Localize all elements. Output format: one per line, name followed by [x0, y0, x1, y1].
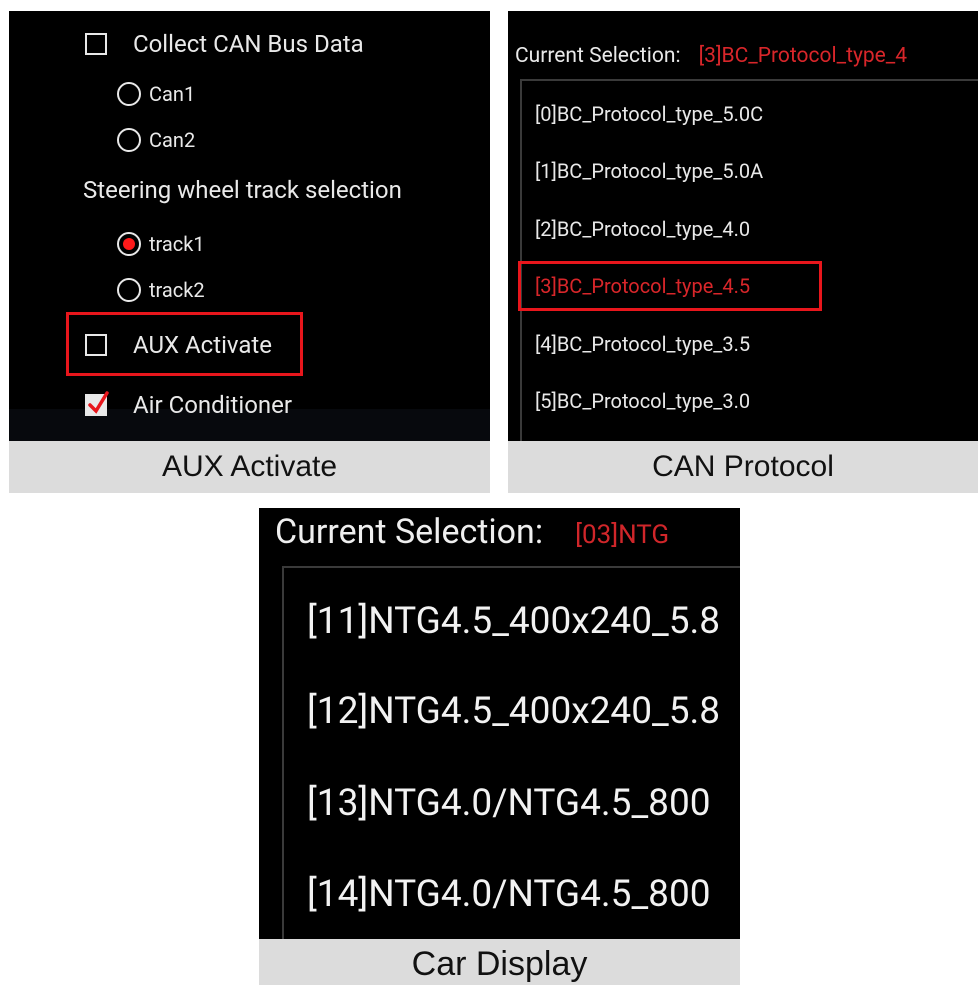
can1-radio-row[interactable]: Can1: [117, 82, 195, 106]
can-protocol-panel: Current Selection: [3]BC_Protocol_type_4 …: [508, 11, 978, 441]
collect-can-checkbox[interactable]: [85, 33, 107, 55]
caption-can-protocol: CAN Protocol: [508, 441, 978, 493]
track2-radio-row[interactable]: track2: [117, 278, 205, 302]
track1-label: track1: [149, 232, 205, 256]
air-conditioner-checkbox[interactable]: [85, 391, 109, 416]
display-item[interactable]: [11]NTG4.5_400x240_5.8: [307, 600, 720, 643]
checkmark-icon: [88, 391, 109, 414]
track1-radio-row[interactable]: track1: [117, 232, 205, 256]
current-selection: Current Selection: [3]BC_Protocol_type_4: [515, 44, 907, 68]
highlight-box: [518, 261, 822, 311]
protocol-list: [520, 79, 978, 441]
protocol-item[interactable]: [4]BC_Protocol_type_3.5: [535, 332, 750, 356]
protocol-item[interactable]: [2]BC_Protocol_type_4.0: [535, 217, 750, 241]
display-item[interactable]: [14]NTG4.0/NTG4.5_800: [307, 873, 711, 916]
display-item[interactable]: [13]NTG4.0/NTG4.5_800: [307, 782, 711, 825]
current-selection-value: [03]NTG: [575, 520, 670, 550]
settings-panel: Collect CAN Bus Data Can1 Can2 Steering …: [9, 11, 490, 441]
protocol-item[interactable]: [0]BC_Protocol_type_5.0C: [535, 102, 763, 126]
can2-radio[interactable]: [117, 128, 141, 152]
caption-aux-activate: AUX Activate: [9, 441, 490, 493]
current-selection-label: Current Selection:: [515, 44, 681, 68]
air-conditioner-label: Air Conditioner: [133, 391, 292, 419]
car-display-panel: Current Selection: [03]NTG [11]NTG4.5_400…: [259, 508, 740, 939]
collect-can-label: Collect CAN Bus Data: [133, 30, 364, 58]
air-conditioner-row[interactable]: Air Conditioner: [85, 391, 292, 419]
track2-radio[interactable]: [117, 278, 141, 302]
display-item[interactable]: [12]NTG4.5_400x240_5.8: [307, 690, 720, 733]
can2-radio-row[interactable]: Can2: [117, 128, 195, 152]
caption-car-display: Car Display: [259, 939, 740, 985]
track2-label: track2: [149, 278, 205, 302]
highlight-box: [66, 312, 303, 376]
protocol-item[interactable]: [5]BC_Protocol_type_3.0: [535, 389, 750, 413]
can1-radio[interactable]: [117, 82, 141, 106]
can2-label: Can2: [149, 128, 196, 152]
steering-track-title: Steering wheel track selection: [83, 176, 402, 204]
current-selection: Current Selection: [03]NTG: [275, 512, 669, 552]
can1-label: Can1: [149, 82, 196, 106]
collect-can-row[interactable]: Collect CAN Bus Data: [85, 30, 364, 58]
current-selection-value: [3]BC_Protocol_type_4: [698, 44, 908, 68]
protocol-item[interactable]: [1]BC_Protocol_type_5.0A: [535, 159, 763, 183]
track1-radio[interactable]: [117, 232, 141, 256]
current-selection-label: Current Selection:: [275, 512, 544, 552]
